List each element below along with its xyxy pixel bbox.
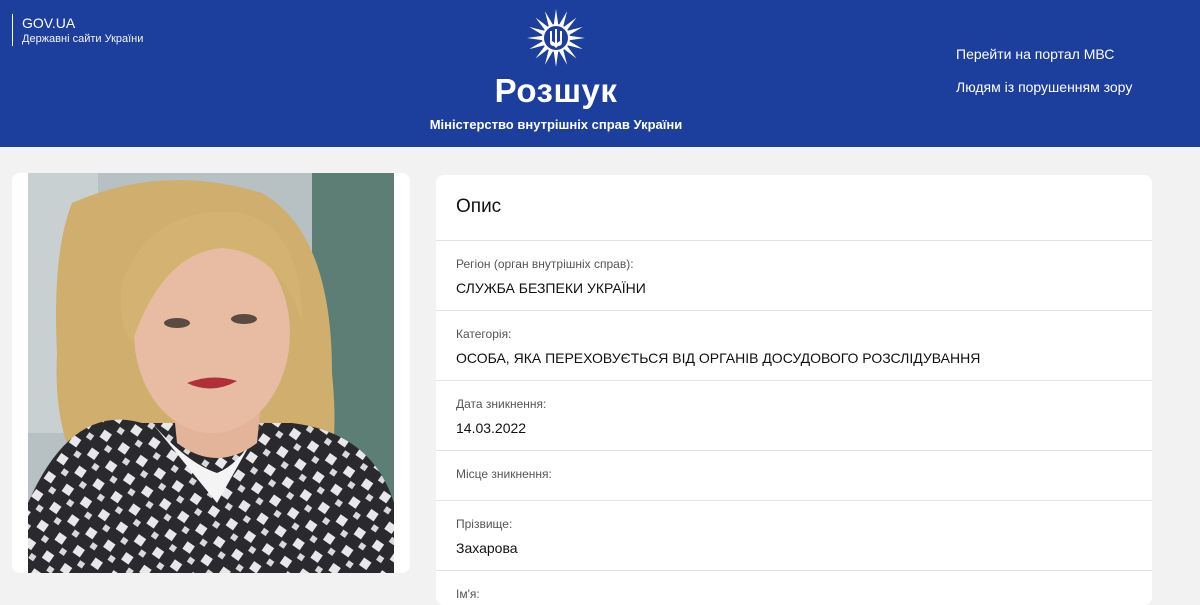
field-label: Регіон (орган внутрішніх справ): <box>456 257 634 271</box>
police-star-emblem-icon[interactable] <box>526 8 586 68</box>
field-label: Категорія: <box>456 327 512 341</box>
field-value: ОСОБА, ЯКА ПЕРЕХОВУЄТЬСЯ ВІД ОРГАНІВ ДОС… <box>456 350 981 366</box>
field-value: 14.03.2022 <box>456 420 527 436</box>
field-label: Місце зникнення: <box>456 467 552 481</box>
ministry-subtitle: Міністерство внутрішніх справ України <box>429 117 683 132</box>
field-label: Дата зникнення: <box>456 397 547 411</box>
wanted-person-photo <box>12 173 410 573</box>
field-surname: Прізвище: Захарова <box>436 501 1152 571</box>
mvs-portal-link[interactable]: Перейти на портал МВС <box>956 45 1114 63</box>
field-value: Захарова <box>456 540 518 556</box>
field-value: СЛУЖБА БЕЗПЕКИ УКРАЇНИ <box>456 280 646 296</box>
description-card: Опис Регіон (орган внутрішніх справ): СЛ… <box>436 175 1152 605</box>
field-first-name: Ім'я: <box>436 571 1152 605</box>
gov-ua-subtitle: Державні сайти України <box>22 33 144 45</box>
field-label: Прізвище: <box>456 517 513 531</box>
field-disappearance-date: Дата зникнення: 14.03.2022 <box>436 381 1152 451</box>
page-title: Розшук <box>494 72 618 109</box>
description-title: Опис <box>436 175 1152 241</box>
field-disappearance-place: Місце зникнення: <box>436 451 1152 501</box>
gov-ua-title: GOV.UA <box>22 15 76 31</box>
field-region: Регіон (орган внутрішніх справ): СЛУЖБА … <box>436 241 1152 311</box>
field-label: Ім'я: <box>456 587 480 601</box>
accessibility-link[interactable]: Людям із порушенням зору <box>956 78 1132 96</box>
gov-ua-link[interactable]: GOV.UA Державні сайти України <box>12 14 143 46</box>
field-category: Категорія: ОСОБА, ЯКА ПЕРЕХОВУЄТЬСЯ ВІД … <box>436 311 1152 381</box>
site-header: GOV.UA Державні сайти України Розшук Мін… <box>0 0 1200 147</box>
